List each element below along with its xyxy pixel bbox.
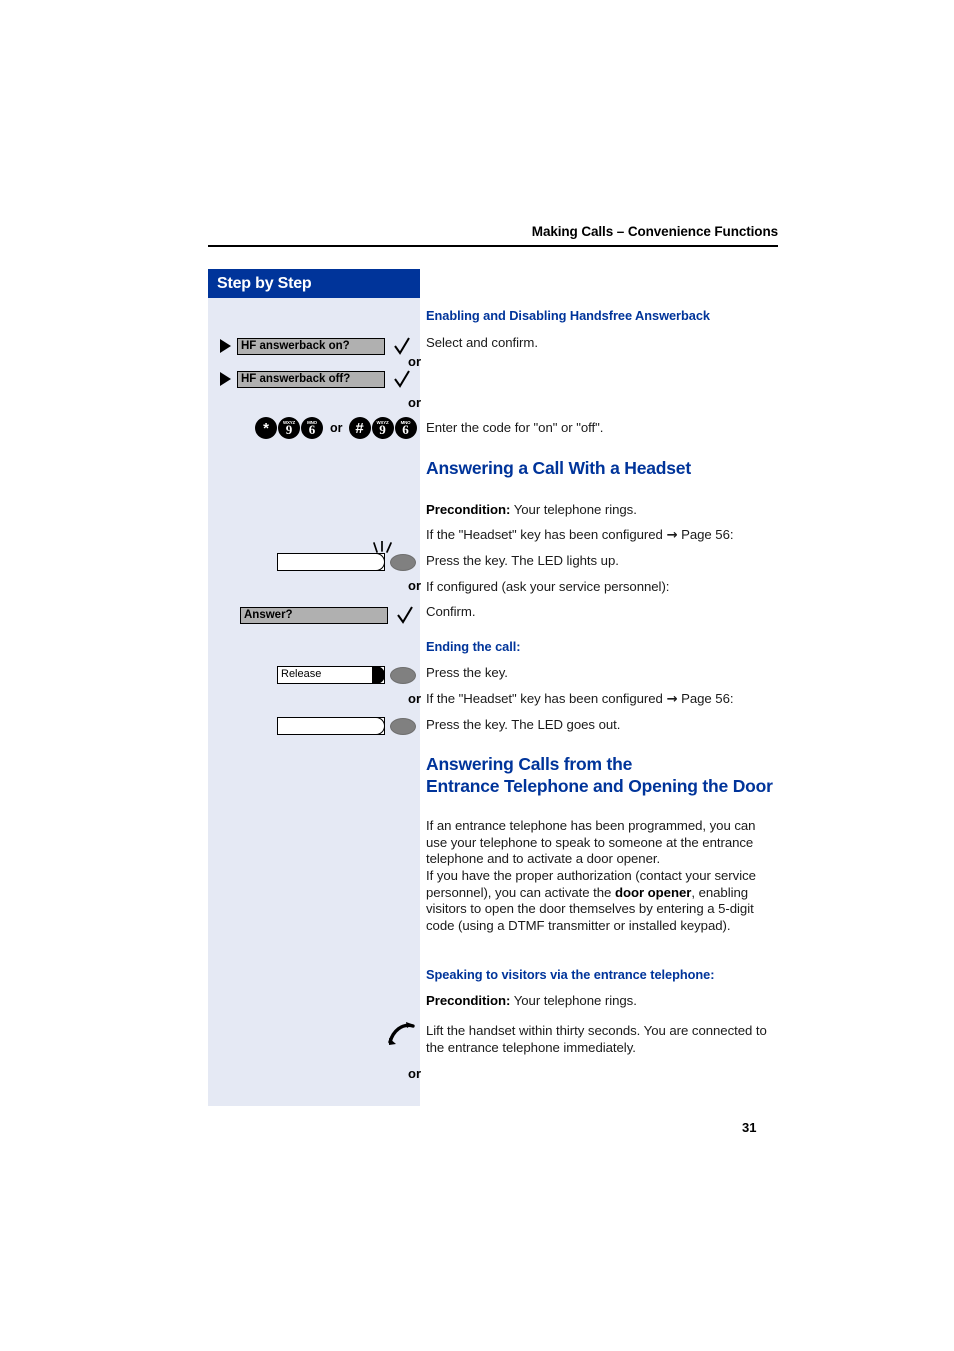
key-6-second[interactable]: MNO 6 <box>394 417 417 439</box>
or-label-1: or <box>408 354 421 369</box>
function-key-label: Release <box>281 668 322 680</box>
or-label-2: or <box>408 395 421 410</box>
text-part-a: If the "Headset" key has been configured <box>426 527 667 542</box>
key-6-digit: 6 <box>308 421 316 437</box>
text-press-the-key: Press the key. <box>426 665 508 680</box>
running-header: Making Calls – Convenience Functions <box>531 224 778 239</box>
function-key-body[interactable]: Release <box>277 665 386 684</box>
key-hash-glyph: # <box>355 419 364 437</box>
led-indicator-icon <box>390 553 416 571</box>
text-if-configured-service-personnel: If configured (ask your service personne… <box>426 579 670 594</box>
text-press-key-led-lights-up: Press the key. The LED lights up. <box>426 553 619 568</box>
text-headset-key-configured-1: If the "Headset" key has been configured… <box>426 527 734 545</box>
key-9-digit: 9 <box>285 421 293 437</box>
paragraph-door-opener: If you have the proper authorization (co… <box>426 868 778 934</box>
text-select-and-confirm: Select and confirm. <box>426 335 538 350</box>
heading-speaking-to-visitors: Speaking to visitors via the entrance te… <box>426 967 715 982</box>
right-arrow-icon: → <box>666 528 678 543</box>
key-9[interactable]: WXYZ 9 <box>278 417 300 439</box>
or-label-5: or <box>408 1066 421 1081</box>
text-headset-key-configured-2: If the "Headset" key has been configured… <box>426 691 734 709</box>
key-9-second[interactable]: WXYZ 9 <box>371 417 394 439</box>
precondition-text: Your telephone rings. <box>510 502 637 517</box>
heading-ending-the-call: Ending the call: <box>426 639 521 654</box>
key-9-digit: 9 <box>379 421 386 437</box>
text-part-b: Page 56: <box>677 691 734 706</box>
function-key-headset-lit[interactable] <box>277 552 416 571</box>
triangle-bullet-icon <box>220 339 231 353</box>
function-key-body[interactable] <box>277 552 386 571</box>
right-arrow-icon: → <box>666 692 678 707</box>
precondition-label: Precondition: <box>426 993 511 1008</box>
sidebar-item-hf-answerback-off[interactable]: HF answerback off? <box>220 369 410 389</box>
keypad-or-label: or <box>330 421 343 435</box>
text-press-key-led-goes-out: Press the key. The LED goes out. <box>426 717 621 732</box>
key-hash[interactable]: # <box>348 417 371 439</box>
sidebar-item-answer[interactable]: Answer? <box>240 605 413 625</box>
display-option-label: HF answerback off? <box>237 370 385 388</box>
key-6[interactable]: MNO 6 <box>301 417 323 439</box>
text-part-a: If the "Headset" key has been configured <box>426 691 667 706</box>
precondition-label: Precondition: <box>426 502 511 517</box>
title-answering-calls-entrance-telephone: Answering Calls from the Entrance Teleph… <box>426 753 776 797</box>
text-precondition-entrance: Precondition: Your telephone rings. <box>426 993 637 1010</box>
function-key-cap-icon <box>372 552 386 571</box>
document-page: Making Calls – Convenience Functions Ste… <box>0 0 954 1351</box>
header-rule <box>208 245 778 247</box>
precondition-text: Your telephone rings. <box>510 993 637 1008</box>
function-key-headset-off[interactable] <box>277 716 416 735</box>
function-key-body[interactable] <box>277 716 386 735</box>
key-star[interactable]: * <box>255 417 277 439</box>
triangle-bullet-icon <box>220 372 231 386</box>
title-answering-a-call-with-a-headset: Answering a Call With a Headset <box>426 458 691 478</box>
key-star-glyph: * <box>263 419 269 437</box>
display-option-label: HF answerback on? <box>237 337 385 355</box>
or-label-4: or <box>408 691 421 706</box>
checkmark-icon <box>397 605 413 625</box>
led-indicator-icon <box>390 666 416 684</box>
sidebar-title: Step by Step <box>208 269 420 298</box>
text-enter-the-code: Enter the code for "on" or "off". <box>426 420 604 435</box>
function-key-cap-icon <box>372 665 386 684</box>
sidebar-item-hf-answerback-on[interactable]: HF answerback on? <box>220 336 410 356</box>
text-confirm: Confirm. <box>426 604 476 619</box>
heading-enabling-disabling-handsfree-answerback: Enabling and Disabling Handsfree Answerb… <box>426 308 710 323</box>
text-precondition-headset: Precondition: Your telephone rings. <box>426 502 637 519</box>
lift-handset-icon <box>388 1022 415 1045</box>
or-label-3: or <box>408 578 421 593</box>
checkmark-icon <box>394 369 410 389</box>
text-part-b: Page 56: <box>677 527 734 542</box>
display-option-label: Answer? <box>240 606 388 624</box>
title-line-2: Entrance Telephone and Opening the Door <box>426 776 773 796</box>
door-opener-bold: door opener <box>614 884 692 900</box>
title-line-1: Answering Calls from the <box>426 754 633 774</box>
page-number: 31 <box>742 1120 757 1135</box>
function-key-cap-icon <box>372 716 386 735</box>
paragraph-entrance-telephone-intro: If an entrance telephone has been progra… <box>426 818 756 867</box>
checkmark-icon <box>394 336 410 356</box>
text-lift-handset: Lift the handset within thirty seconds. … <box>426 1023 767 1055</box>
key-6-digit: 6 <box>402 421 409 437</box>
led-indicator-icon <box>390 717 416 735</box>
function-key-release[interactable]: Release <box>277 665 416 684</box>
keypad-code-sequence[interactable]: * WXYZ 9 MNO 6 or # WXYZ 9 MNO 6 <box>255 417 418 439</box>
